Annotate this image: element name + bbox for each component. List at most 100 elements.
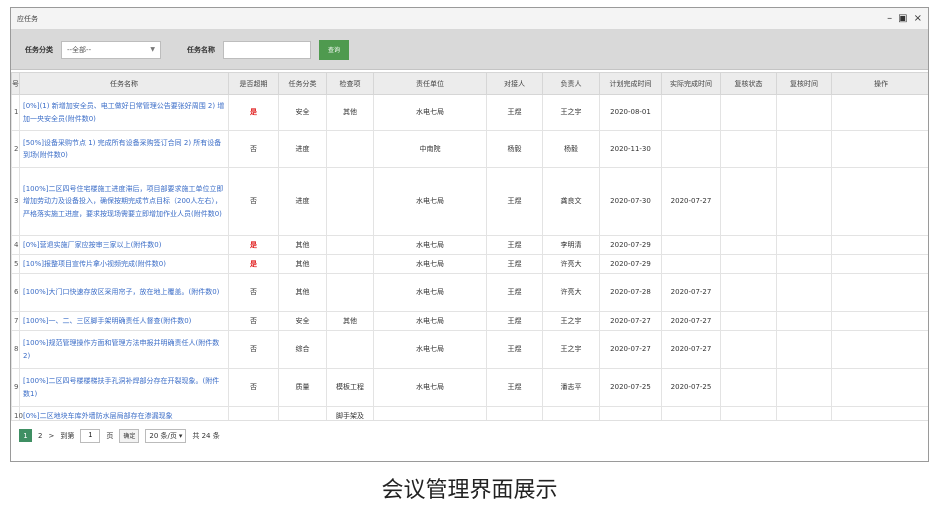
cell-unit: 水电七局 bbox=[373, 273, 487, 312]
task-name-link[interactable]: [50%]设备采购节点 1) 完成所有设备采购签订合同 2) 所有设备到场(附件… bbox=[19, 130, 229, 168]
table-row[interactable]: 8 [100%]规范管理操作方面和管理方法申报并明确责任人(附件数2) 否综合 水电七… bbox=[11, 330, 928, 369]
cell-contact: 王煜 bbox=[486, 368, 543, 407]
task-name-link[interactable]: [10%]报整项目宣传片拿小视频完成(附件数0) bbox=[19, 254, 229, 274]
close-icon[interactable]: × bbox=[914, 13, 922, 24]
column-header: 复核时间 bbox=[776, 72, 832, 95]
cell-review-time bbox=[776, 311, 832, 331]
cell-plan: 2020-08-01 bbox=[599, 94, 662, 131]
cell-check: 模板工程 bbox=[326, 368, 374, 407]
cell-check bbox=[326, 130, 374, 168]
column-header: 号 bbox=[11, 72, 20, 95]
cell-owner: 杨毅 bbox=[542, 130, 600, 168]
cell-review bbox=[720, 311, 777, 331]
task-name-link[interactable]: [100%]规范管理操作方面和管理方法申报并明确责任人(附件数2) bbox=[19, 330, 229, 369]
cell-actual: 2020-07-27 bbox=[661, 273, 721, 312]
column-header: 责任单位 bbox=[373, 72, 487, 95]
cell-plan: 2020-11-30 bbox=[599, 130, 662, 168]
category-select[interactable]: --全部-- ▼ bbox=[61, 40, 161, 59]
cell-unit: 水电七局 bbox=[373, 368, 487, 407]
cell-review-time bbox=[776, 235, 832, 255]
cell-op bbox=[831, 94, 928, 131]
cell-plan: 2020-07-27 bbox=[599, 311, 662, 331]
column-header: 负责人 bbox=[542, 72, 600, 95]
cell-actual: 2020-07-27 bbox=[661, 330, 721, 369]
cell-idx: 5 bbox=[11, 254, 20, 274]
table-row[interactable]: 7 [100%]一、二、三区脚手架明确责任人督查(附件数0) 否安全 其他 水电七局 王煜… bbox=[11, 311, 928, 331]
cell-category: 进度 bbox=[278, 167, 327, 236]
task-name-link[interactable]: [100%]二区四号楼楼梯扶手孔洞补焊部分存在开裂现象。(附件数1) bbox=[19, 368, 229, 407]
table-row[interactable]: 5 [10%]报整项目宣传片拿小视频完成(附件数0) 是其他 水电七局 王煜 许亮大 202… bbox=[11, 254, 928, 274]
cell-category: 安全 bbox=[278, 311, 327, 331]
cell-review-time bbox=[776, 273, 832, 312]
goto-confirm-button[interactable]: 确定 bbox=[119, 428, 140, 443]
cell-review bbox=[720, 167, 777, 236]
goto-label: 到第 bbox=[60, 431, 75, 440]
table-row[interactable]: 9 [100%]二区四号楼楼梯扶手孔洞补焊部分存在开裂现象。(附件数1) 否质量 模板… bbox=[11, 368, 928, 407]
column-header: 复核状态 bbox=[720, 72, 777, 95]
cell-category: 质量 bbox=[278, 368, 327, 407]
cell-idx: 9 bbox=[11, 368, 20, 407]
pagination: 1 2 > 到第 页 确定 20 条/页 ▾ 共 24 条 bbox=[11, 420, 928, 450]
cell-category bbox=[278, 406, 327, 420]
cell-owner: 许亮大 bbox=[542, 273, 600, 312]
page-size-value: 20 条/页 bbox=[149, 431, 177, 440]
cell-contact: 王煜 bbox=[486, 167, 543, 236]
cell-review bbox=[720, 130, 777, 168]
page-current[interactable]: 1 bbox=[19, 429, 32, 442]
cell-contact: 杨毅 bbox=[486, 130, 543, 168]
table-row[interactable]: 2 [50%]设备采购节点 1) 完成所有设备采购签订合同 2) 所有设备到场(附… bbox=[11, 130, 928, 168]
minimize-icon[interactable]: – bbox=[887, 13, 892, 24]
cell-contact: 王煜 bbox=[486, 235, 543, 255]
task-name-link[interactable]: [100%]二区四号住宅楼施工进度滞后，项目部要求施工单位立即增加劳动力及设备投… bbox=[19, 167, 229, 236]
task-name-input[interactable] bbox=[223, 40, 311, 59]
cell-actual bbox=[661, 94, 721, 131]
cell-review-time bbox=[776, 254, 832, 274]
cell-contact: 王煜 bbox=[486, 94, 543, 131]
cell-review bbox=[720, 94, 777, 131]
task-name-link[interactable]: [0%]营退实施厂家应按审三家以上(附件数0) bbox=[19, 235, 229, 255]
page-number-input[interactable] bbox=[80, 428, 101, 443]
cell-owner bbox=[542, 406, 600, 420]
cell-actual bbox=[661, 235, 721, 255]
cell-plan: 2020-07-25 bbox=[599, 368, 662, 407]
task-name-link[interactable]: [100%]大门口快速存放区采用帘子，放在地上覆盖。(附件数0) bbox=[19, 273, 229, 312]
task-name-link[interactable]: [100%]一、二、三区脚手架明确责任人督查(附件数0) bbox=[19, 311, 229, 331]
page-suffix: 页 bbox=[106, 431, 114, 440]
cell-category: 其他 bbox=[278, 273, 327, 312]
filter-bar: 任务分类 --全部-- ▼ 任务名称 查询 bbox=[11, 30, 928, 70]
table-row[interactable]: 1 [0%](1) 新增加安全员、电工做好日常管理公告要张好周围 2) 增加一央安… bbox=[11, 94, 928, 131]
cell-op bbox=[831, 130, 928, 168]
cell-plan: 2020-07-30 bbox=[599, 167, 662, 236]
cell-owner: 王之宇 bbox=[542, 330, 600, 369]
cell-review-time bbox=[776, 330, 832, 369]
next-page-icon[interactable]: > bbox=[48, 432, 54, 440]
cell-actual bbox=[661, 406, 721, 420]
table-header-row: 号任务名称 是否超期 任务分类 检查项 责任单位 对接人 负责人 计划完成时间 实际完成时间 复核… bbox=[11, 72, 928, 95]
cell-contact bbox=[486, 406, 543, 420]
cell-review-time bbox=[776, 167, 832, 236]
cell-op bbox=[831, 368, 928, 407]
cell-idx: 7 bbox=[11, 311, 20, 331]
table-row[interactable]: 4 [0%]营退实施厂家应按审三家以上(附件数0) 是其他 水电七局 王煜 李明清 2020… bbox=[11, 235, 928, 255]
task-name-link[interactable]: [0%]二区地块车库外墙防水层局部存在渗漏现象 bbox=[19, 406, 229, 420]
cell-plan: 2020-07-28 bbox=[599, 273, 662, 312]
page-size-select[interactable]: 20 条/页 ▾ bbox=[145, 428, 187, 443]
cell-op bbox=[831, 235, 928, 255]
table-row[interactable]: 6 [100%]大门口快速存放区采用帘子，放在地上覆盖。(附件数0) 否其他 水电七局… bbox=[11, 273, 928, 312]
cell-idx: 3 bbox=[11, 167, 20, 236]
cell-review-time bbox=[776, 94, 832, 131]
figure-caption: 会议管理界面展示 bbox=[381, 478, 558, 503]
cell-actual: 2020-07-27 bbox=[661, 167, 721, 236]
cell-plan: 2020-07-29 bbox=[599, 254, 662, 274]
page-next[interactable]: 2 bbox=[38, 432, 42, 440]
table-row[interactable]: 3 [100%]二区四号住宅楼施工进度滞后，项目部要求施工单位立即增加劳动力及设备… bbox=[11, 167, 928, 236]
cell-review-time bbox=[776, 368, 832, 407]
cell-review bbox=[720, 254, 777, 274]
cell-unit bbox=[373, 406, 487, 420]
maximize-icon[interactable]: ▣ bbox=[898, 13, 907, 24]
cell-unit: 水电七局 bbox=[373, 330, 487, 369]
table-row[interactable]: 10 [0%]二区地块车库外墙防水层局部存在渗漏现象 脚手架及 bbox=[11, 406, 928, 420]
task-name-link[interactable]: [0%](1) 新增加安全员、电工做好日常管理公告要张好周围 2) 增加一央安全… bbox=[19, 94, 229, 131]
cell-op bbox=[831, 330, 928, 369]
query-button[interactable]: 查询 bbox=[319, 39, 349, 60]
